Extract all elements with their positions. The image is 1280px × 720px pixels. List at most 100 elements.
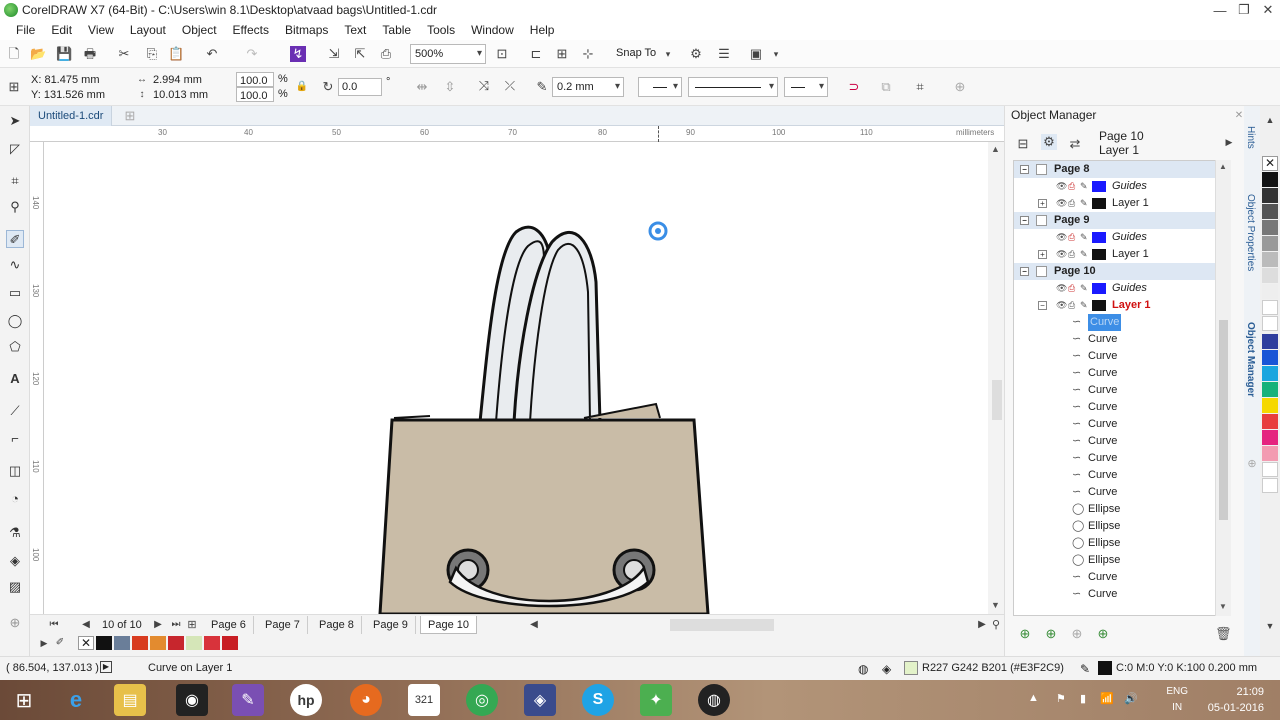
import-icon[interactable]: ⇲ bbox=[326, 46, 342, 62]
menu-window[interactable]: Window bbox=[463, 23, 522, 37]
scrollbar-thumb[interactable] bbox=[1219, 320, 1228, 520]
interactive-fill-tool-icon[interactable]: ◈ bbox=[6, 552, 24, 570]
smart-fill-tool-icon[interactable]: ▨ bbox=[6, 578, 24, 596]
tree-object-row[interactable]: ∽ Curve bbox=[1014, 365, 1230, 382]
tree-layer-row[interactable]: + 👁 ⎙ ✎ Layer 1 bbox=[1014, 246, 1230, 263]
show-grid-icon[interactable]: ⊞ bbox=[554, 46, 570, 62]
object-manager-tab[interactable]: Object Manager bbox=[1245, 322, 1256, 397]
print-icon[interactable]: 🖶 bbox=[82, 46, 98, 62]
color-swatch[interactable] bbox=[132, 636, 148, 650]
cut-icon[interactable]: ✂ bbox=[116, 46, 132, 62]
play-icon[interactable]: ▶ bbox=[100, 661, 112, 673]
show-rulers-icon[interactable]: ⊏ bbox=[528, 46, 544, 62]
palette-swatch[interactable] bbox=[1262, 334, 1278, 349]
internet-explorer-icon[interactable]: e bbox=[60, 684, 92, 716]
menu-file[interactable]: File bbox=[8, 23, 43, 37]
copy-icon[interactable]: ⎘ bbox=[144, 46, 160, 62]
fill-color-swatch[interactable] bbox=[904, 661, 918, 675]
tree-page-row[interactable]: − Page 9 bbox=[1014, 212, 1230, 229]
edit-across-layers-icon[interactable]: ⇄ bbox=[1067, 136, 1083, 152]
bag-handles[interactable] bbox=[478, 225, 602, 424]
visibility-eye-icon[interactable]: 👁 bbox=[1056, 280, 1067, 297]
no-color-swatch[interactable]: ✕ bbox=[78, 636, 94, 650]
add-icon[interactable]: ⊕ bbox=[952, 79, 968, 95]
undo-icon[interactable]: ↶ bbox=[204, 46, 220, 62]
layer-color-swatch[interactable] bbox=[1092, 300, 1106, 311]
color-app-icon[interactable]: ◍ bbox=[698, 684, 730, 716]
full-screen-icon[interactable]: ⊡ bbox=[494, 46, 510, 62]
tree-object-row[interactable]: ∽ Curve bbox=[1014, 450, 1230, 467]
firefox-icon[interactable]: ◕ bbox=[350, 684, 382, 716]
color-swatch[interactable] bbox=[114, 636, 130, 650]
new-document-tab-icon[interactable]: ⊞ bbox=[122, 108, 138, 124]
scroll-down-icon[interactable]: ▼ bbox=[1219, 602, 1227, 611]
zoom-level-dropdown[interactable]: 500% bbox=[410, 44, 486, 64]
media-player-icon[interactable]: ◈ bbox=[524, 684, 556, 716]
palette-swatch[interactable] bbox=[1262, 382, 1278, 397]
delete-icon[interactable]: 🗑 bbox=[1215, 626, 1232, 642]
tree-page-row[interactable]: − Page 10 bbox=[1014, 263, 1230, 280]
palette-swatch[interactable] bbox=[1262, 446, 1278, 461]
edit-pencil-icon[interactable]: ✎ bbox=[1080, 178, 1088, 195]
add-tool-icon[interactable]: ⊕ bbox=[6, 614, 24, 632]
battery-icon[interactable]: ▮ bbox=[1080, 692, 1086, 705]
docker-menu-icon[interactable]: ▶ bbox=[1221, 134, 1237, 150]
tree-layer-row[interactable]: − 👁 ⎙ ✎ Layer 1 bbox=[1014, 297, 1230, 314]
to-front-icon[interactable]: ⧉ bbox=[878, 79, 894, 95]
artistic-media-tool-icon[interactable]: ∿ bbox=[6, 256, 24, 274]
palette-swatch[interactable] bbox=[1262, 316, 1278, 331]
volume-icon[interactable]: 🔊 bbox=[1124, 692, 1138, 705]
color-swatch[interactable] bbox=[186, 636, 202, 650]
layer-color-swatch[interactable] bbox=[1092, 232, 1106, 243]
collapse-icon[interactable]: − bbox=[1038, 301, 1047, 310]
file-explorer-icon[interactable]: ▤ bbox=[114, 684, 146, 716]
tray-chevron-icon[interactable]: ▲ bbox=[1028, 692, 1039, 704]
snap-to-chevron-icon[interactable]: ▾ bbox=[660, 46, 676, 62]
printer-icon[interactable]: ⎙ bbox=[1068, 297, 1075, 314]
system-clock[interactable]: 21:09 05-01-2016 bbox=[1208, 684, 1264, 716]
color-swatch[interactable] bbox=[222, 636, 238, 650]
printer-icon[interactable]: ⎙ bbox=[1068, 246, 1075, 263]
color-swatch[interactable] bbox=[96, 636, 112, 650]
layer-color-swatch[interactable] bbox=[1092, 249, 1106, 260]
close-button[interactable]: ✕ bbox=[1256, 0, 1280, 20]
line-style-dropdown[interactable] bbox=[688, 77, 778, 97]
eyedropper-tool-icon[interactable]: ⚗ bbox=[6, 524, 24, 542]
tree-object-row[interactable]: ◯ Ellipse bbox=[1014, 535, 1230, 552]
mirror-horizontal-icon[interactable]: ⇹ bbox=[414, 79, 430, 95]
ellipse-tool-icon[interactable]: ◯ bbox=[6, 312, 24, 330]
coreldraw-taskbar-icon[interactable]: ✦ bbox=[640, 684, 672, 716]
tree-object-row[interactable]: ◯ Ellipse bbox=[1014, 518, 1230, 535]
export-icon[interactable]: ⇱ bbox=[352, 46, 368, 62]
visibility-eye-icon[interactable]: 👁 bbox=[1056, 195, 1067, 212]
application-launcher-icon[interactable]: ☰ bbox=[716, 46, 732, 62]
tree-page-row[interactable]: − Page 8 bbox=[1014, 161, 1230, 178]
tray-flag-icon[interactable]: ⚑ bbox=[1056, 692, 1066, 705]
bag-body[interactable] bbox=[378, 402, 710, 614]
menu-layout[interactable]: Layout bbox=[122, 23, 174, 37]
layer-color-swatch[interactable] bbox=[1092, 181, 1106, 192]
palette-scroll-down-icon[interactable]: ▼ bbox=[1262, 618, 1278, 634]
tree-object-row[interactable]: ∽ Curve bbox=[1014, 314, 1230, 331]
menu-text[interactable]: Text bbox=[336, 23, 374, 37]
drawing-canvas[interactable] bbox=[44, 142, 988, 614]
parallel-dimension-tool-icon[interactable]: ⟋ bbox=[6, 402, 24, 420]
printer-icon[interactable]: ⎙ bbox=[1068, 229, 1075, 246]
page-tab-10[interactable]: Page 10 bbox=[420, 616, 477, 634]
palette-swatch[interactable] bbox=[1262, 284, 1278, 299]
palette-swatch[interactable] bbox=[1262, 188, 1278, 203]
menu-effects[interactable]: Effects bbox=[225, 23, 277, 37]
shape-tool-icon[interactable]: ◸ bbox=[6, 140, 24, 158]
printer-icon[interactable]: ⎙ bbox=[1068, 280, 1075, 297]
tree-layer-row[interactable]: 👁 ⎙ ✎ Guides bbox=[1014, 229, 1230, 246]
scale-height-field[interactable]: 100.0 bbox=[236, 87, 274, 102]
redo-icon[interactable]: ↷ bbox=[244, 46, 260, 62]
wifi-icon[interactable]: 📶 bbox=[1100, 692, 1114, 705]
y-position-field[interactable]: Y: 131.526 mm bbox=[28, 87, 124, 105]
visibility-eye-icon[interactable]: 👁 bbox=[1056, 178, 1067, 195]
object-properties-tab[interactable]: Object Properties bbox=[1245, 194, 1256, 271]
palette-scroll-up-icon[interactable]: ▲ bbox=[1262, 112, 1278, 128]
tree-layer-row[interactable]: + 👁 ⎙ ✎ Layer 1 bbox=[1014, 195, 1230, 212]
page-tab-8[interactable]: Page 8 bbox=[312, 616, 362, 634]
tree-object-row[interactable]: ∽ Curve bbox=[1014, 569, 1230, 586]
